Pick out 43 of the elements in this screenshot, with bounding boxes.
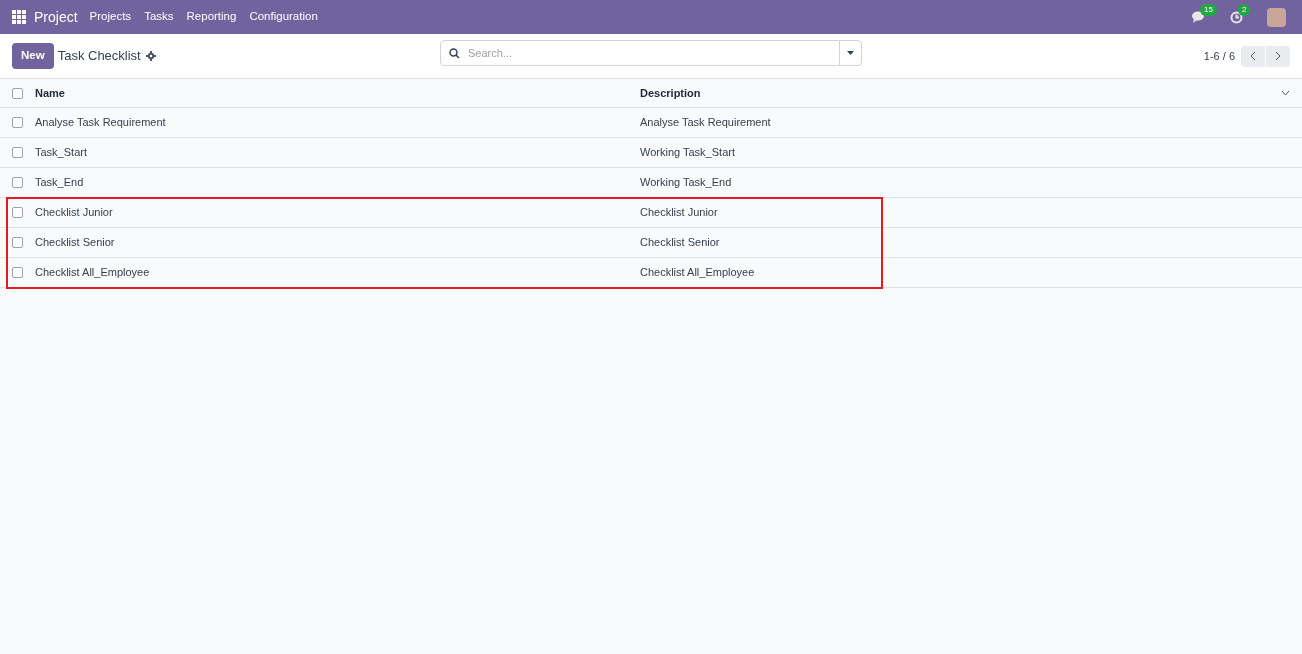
table-cell-text: Checklist Senior: [640, 235, 720, 251]
table-cell-text: Working Task_Start: [640, 145, 735, 161]
clock-icon[interactable]: [1230, 10, 1243, 24]
row-checkbox[interactable]: [12, 237, 23, 248]
table-cell-text: Task_Start: [35, 145, 88, 161]
app-name[interactable]: Project: [34, 6, 78, 28]
table-cell-text: Checklist All_Employee: [640, 265, 755, 281]
menu-item[interactable]: Tasks: [144, 8, 174, 26]
page-title: Task Checklist: [57, 47, 141, 66]
table-cell-text: Task_End: [35, 175, 85, 191]
chat-icon[interactable]: [1192, 11, 1206, 23]
search-icon: [449, 47, 460, 59]
select-all-checkbox[interactable]: [12, 87, 23, 99]
table-cell-text: Analyse Task Requirement: [35, 115, 167, 131]
table-cell-text: Analyse Task Requirement: [640, 115, 771, 131]
menu-item[interactable]: Projects: [89, 8, 132, 26]
row-checkbox[interactable]: [12, 177, 23, 188]
table-cell-text: Checklist All_Employee: [35, 265, 151, 281]
row-checkbox[interactable]: [12, 147, 23, 158]
table-cell-text: Working Task_End: [640, 175, 732, 191]
apps-grid-icon[interactable]: [12, 10, 26, 24]
message-count-badge: 15: [1200, 4, 1217, 16]
new-button[interactable]: New: [12, 43, 54, 69]
search-field[interactable]: Search...: [440, 40, 862, 66]
menu-item[interactable]: Reporting: [186, 8, 237, 26]
gear-icon[interactable]: [145, 51, 156, 61]
chevron-left-icon: [1250, 51, 1256, 61]
chevron-down-icon[interactable]: [1281, 90, 1290, 96]
table-cell-text: Checklist Junior: [640, 205, 718, 221]
column-header[interactable]: Description: [640, 84, 701, 102]
chevron-right-icon: [1275, 51, 1281, 61]
row-checkbox[interactable]: [12, 207, 23, 218]
menu-item[interactable]: Configuration: [249, 8, 318, 26]
row-checkbox[interactable]: [12, 117, 23, 128]
table-cell-text: Checklist Junior: [35, 205, 114, 221]
pager-value: 1-6 / 6: [1203, 48, 1235, 64]
table-cell-text: Checklist Senior: [35, 235, 116, 251]
caret-icon[interactable]: [847, 51, 854, 55]
activity-count-badge: 2: [1238, 3, 1251, 16]
user-avatar[interactable]: [1267, 7, 1286, 27]
search-input[interactable]: Search...: [468, 44, 839, 62]
column-header[interactable]: Name: [35, 84, 640, 102]
row-checkbox[interactable]: [12, 267, 23, 278]
